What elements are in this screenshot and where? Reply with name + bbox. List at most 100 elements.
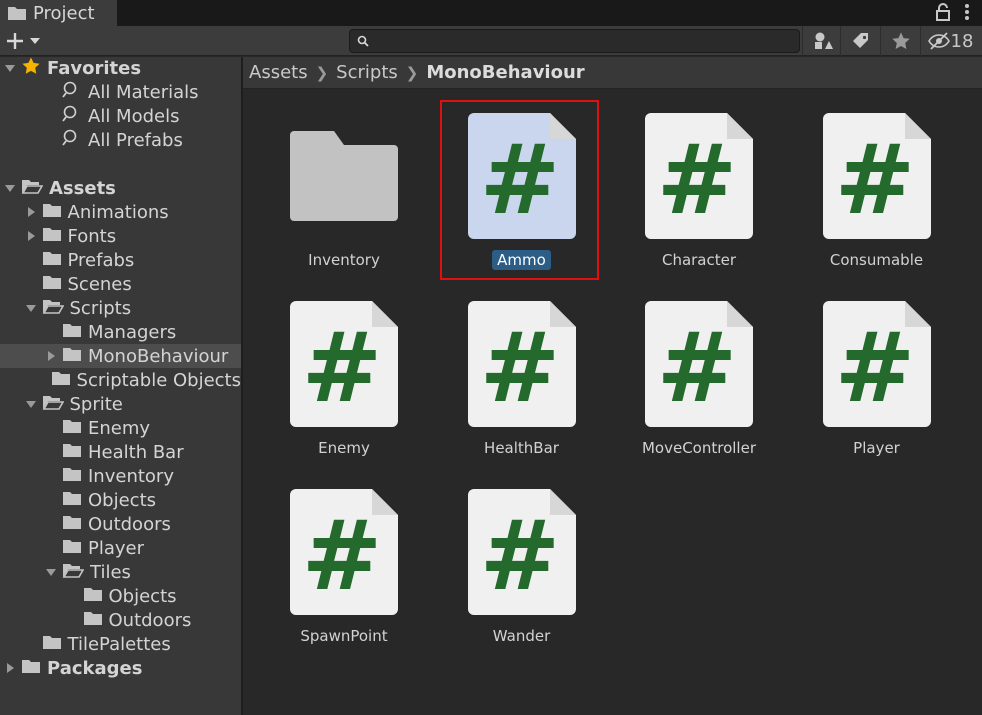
csharp-script-icon: # (645, 301, 753, 427)
chevron-down-icon[interactable] (24, 397, 38, 411)
tree-item-label: All Materials (88, 81, 199, 103)
asset-name-text: MoveController (641, 439, 756, 457)
script-asset-consumable[interactable]: # Consumable (797, 113, 957, 293)
search-by-label-button[interactable] (840, 26, 880, 56)
folder-icon (21, 658, 41, 678)
folder-icon (62, 514, 82, 534)
script-asset-character[interactable]: # Character (619, 113, 779, 293)
tree-item-outdoors[interactable]: Outdoors (0, 512, 241, 536)
tree-item-managers[interactable]: Managers (0, 320, 241, 344)
tree-item-fonts[interactable]: Fonts (0, 224, 241, 248)
tree-item-label: Assets (49, 177, 116, 199)
folder-icon (51, 370, 71, 390)
folder-icon (42, 250, 62, 270)
asset-name: HealthBar (442, 439, 602, 457)
tree-item-objects[interactable]: Objects (0, 488, 241, 512)
breadcrumb-assets[interactable]: Assets (249, 62, 308, 83)
tree-item-packages[interactable]: Packages (0, 656, 241, 680)
script-asset-movecontroller[interactable]: # MoveController (619, 301, 779, 481)
tree-item-monobehaviour[interactable]: MonoBehaviour (0, 344, 241, 368)
tree-item-label: Inventory (88, 465, 174, 487)
asset-name-text: Inventory (308, 251, 380, 269)
tree-item-prefabs[interactable]: Prefabs (0, 248, 241, 272)
csharp-script-icon: # (822, 301, 931, 427)
tree-item-all-materials[interactable]: All Materials (0, 80, 241, 104)
script-asset-spawnpoint[interactable]: # SpawnPoint (264, 489, 424, 669)
chevron-down-icon[interactable] (3, 61, 17, 75)
hidden-packages-button[interactable]: 18 (920, 26, 980, 56)
asset-name-text: SpawnPoint (300, 627, 388, 645)
more-options-icon[interactable] (964, 3, 970, 21)
chevron-right-icon[interactable] (3, 661, 17, 675)
svg-text:#: # (657, 124, 737, 236)
chevron-down-icon[interactable] (3, 181, 17, 195)
tree-item-animations[interactable]: Animations (0, 200, 241, 224)
tree-item-all-prefabs[interactable]: All Prefabs (0, 128, 241, 152)
tree-item-tiles[interactable]: Tiles (0, 560, 241, 584)
csharp-script-icon: # (290, 489, 398, 615)
tree-item-label: Prefabs (67, 249, 135, 271)
folder-asset-inventory[interactable]: Inventory (264, 113, 424, 293)
tree-item-all-models[interactable]: All Models (0, 104, 241, 128)
folder-icon (83, 610, 103, 630)
asset-name-text: Wander (492, 627, 551, 645)
breadcrumb: Assets ❯ Scripts ❯ MonoBehaviour (243, 57, 982, 89)
chevron-down-icon[interactable] (44, 565, 58, 579)
tree-item-label: Outdoors (108, 609, 192, 631)
favorite-button[interactable] (880, 26, 920, 56)
asset-name-text: HealthBar (484, 439, 559, 457)
star-icon (21, 57, 41, 79)
tree-item-sprite[interactable]: Sprite (0, 392, 241, 416)
tree-item-label: All Prefabs (88, 129, 183, 151)
tree-item-label: Sprite (69, 393, 123, 415)
chevron-down-icon[interactable] (24, 301, 38, 315)
script-asset-healthbar[interactable]: # HealthBar (442, 301, 602, 481)
svg-text:#: # (479, 312, 559, 424)
tree-item-label: Player (88, 537, 145, 559)
tree-item-tilepalettes[interactable]: TilePalettes (0, 632, 241, 656)
tree-item-scenes[interactable]: Scenes (0, 272, 241, 296)
tree-item-scriptable-objects[interactable]: Scriptable Objects (0, 368, 241, 392)
tree-item-favorites[interactable]: Favorites (0, 57, 241, 80)
tree-item-label: Scriptable Objects (76, 369, 241, 391)
search-by-type-button[interactable] (802, 26, 842, 56)
asset-name: Wander (442, 627, 602, 645)
tree-item-player[interactable]: Player (0, 536, 241, 560)
script-asset-enemy[interactable]: # Enemy (264, 301, 424, 481)
csharp-script-icon: # (645, 113, 753, 239)
lock-icon[interactable] (936, 3, 950, 21)
asset-name: SpawnPoint (264, 627, 424, 645)
asset-name: Player (797, 439, 957, 457)
tree-item-assets[interactable]: Assets (0, 176, 241, 200)
breadcrumb-monobehaviour[interactable]: MonoBehaviour (426, 62, 584, 83)
tree-item-enemy[interactable]: Enemy (0, 416, 241, 440)
script-asset-wander[interactable]: # Wander (442, 489, 602, 669)
shapes-icon (814, 32, 833, 49)
search-field[interactable] (349, 29, 800, 53)
chevron-right-icon[interactable] (24, 205, 38, 219)
tree-item-health-bar[interactable]: Health Bar (0, 440, 241, 464)
create-button[interactable] (5, 29, 45, 53)
breadcrumb-scripts[interactable]: Scripts (336, 62, 398, 83)
project-tab[interactable]: Project (0, 0, 117, 26)
highlight-box (440, 100, 599, 280)
chevron-right-icon[interactable] (24, 229, 38, 243)
tree-item-label: Enemy (88, 417, 151, 439)
plus-icon (7, 33, 23, 49)
tree-item-objects[interactable]: Objects (0, 584, 241, 608)
script-asset-player[interactable]: # Player (797, 301, 957, 481)
tree-item-scripts[interactable]: Scripts (0, 296, 241, 320)
csharp-script-icon: # (467, 489, 576, 615)
tree-item-outdoors[interactable]: Outdoors (0, 608, 241, 632)
folder-open-icon (62, 562, 85, 582)
chevron-right-icon[interactable] (44, 349, 58, 363)
folder-icon (8, 7, 26, 20)
tree-item-inventory[interactable]: Inventory (0, 464, 241, 488)
